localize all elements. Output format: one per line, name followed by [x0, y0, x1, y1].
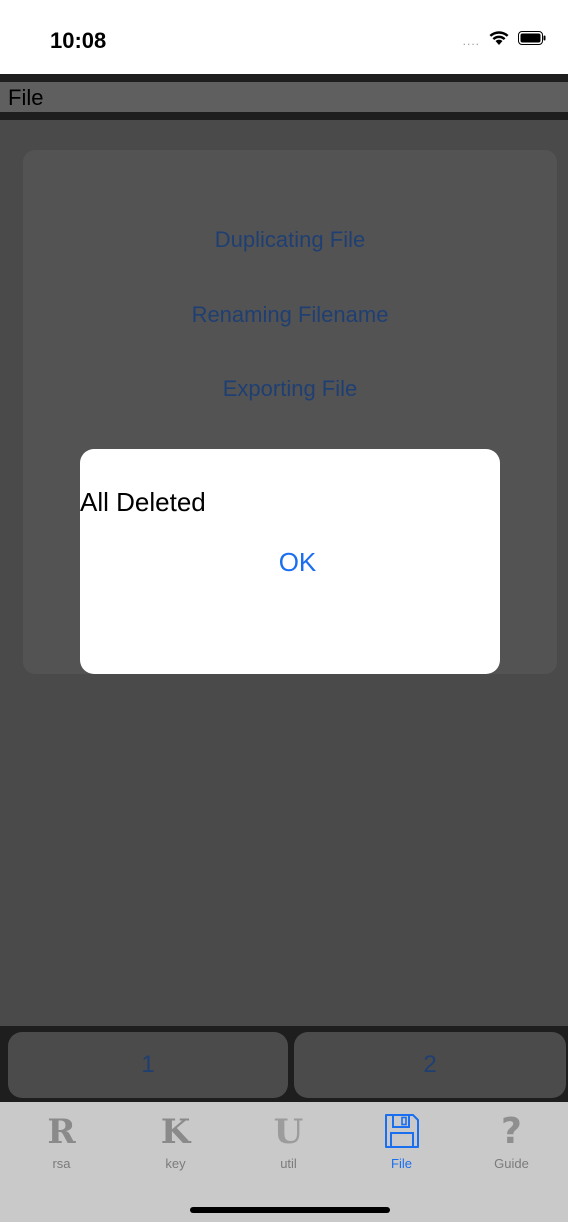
- tab-key[interactable]: K key: [119, 1112, 232, 1182]
- u-icon: U: [273, 1112, 304, 1152]
- tab-label: File: [391, 1156, 412, 1171]
- r-icon: R: [47, 1112, 76, 1152]
- tab-label: key: [165, 1156, 186, 1171]
- tab-guide[interactable]: ? Guide: [455, 1112, 568, 1182]
- tab-label: rsa: [52, 1156, 71, 1171]
- tab-util[interactable]: U util: [232, 1112, 345, 1182]
- header-bar: File: [0, 74, 568, 120]
- question-mark-icon: ?: [501, 1111, 522, 1152]
- ok-button[interactable]: OK: [80, 547, 515, 578]
- renaming-filename-link[interactable]: Renaming Filename: [23, 302, 557, 328]
- exporting-file-link[interactable]: Exporting File: [23, 376, 557, 402]
- alert-dialog: All Deleted OK: [80, 449, 500, 674]
- status-time: 10:08: [50, 28, 107, 53]
- alert-message: All Deleted: [80, 487, 206, 517]
- status-icons: ....: [463, 30, 546, 51]
- tab-rsa[interactable]: R rsa: [5, 1112, 118, 1182]
- wifi-icon: [488, 30, 510, 51]
- duplicating-file-link[interactable]: Duplicating File: [23, 227, 557, 253]
- page-title: File: [8, 85, 44, 110]
- page-2-button[interactable]: 2: [294, 1032, 566, 1098]
- floppy-disk-icon: [345, 1112, 458, 1152]
- status-bar: 10:08 ....: [0, 0, 568, 74]
- k-icon: K: [160, 1112, 191, 1152]
- home-indicator[interactable]: [190, 1207, 390, 1213]
- page-selector: 1 2: [0, 1026, 568, 1102]
- tab-label: util: [280, 1156, 297, 1171]
- battery-icon: [518, 31, 546, 50]
- signal-icon: ....: [462, 33, 480, 48]
- tab-file[interactable]: File: [345, 1112, 458, 1182]
- tab-bar: R rsa K key U util File ? Guide: [0, 1102, 568, 1222]
- tab-label: Guide: [494, 1156, 529, 1171]
- page-1-button[interactable]: 1: [8, 1032, 288, 1098]
- header-inner: File: [0, 82, 568, 112]
